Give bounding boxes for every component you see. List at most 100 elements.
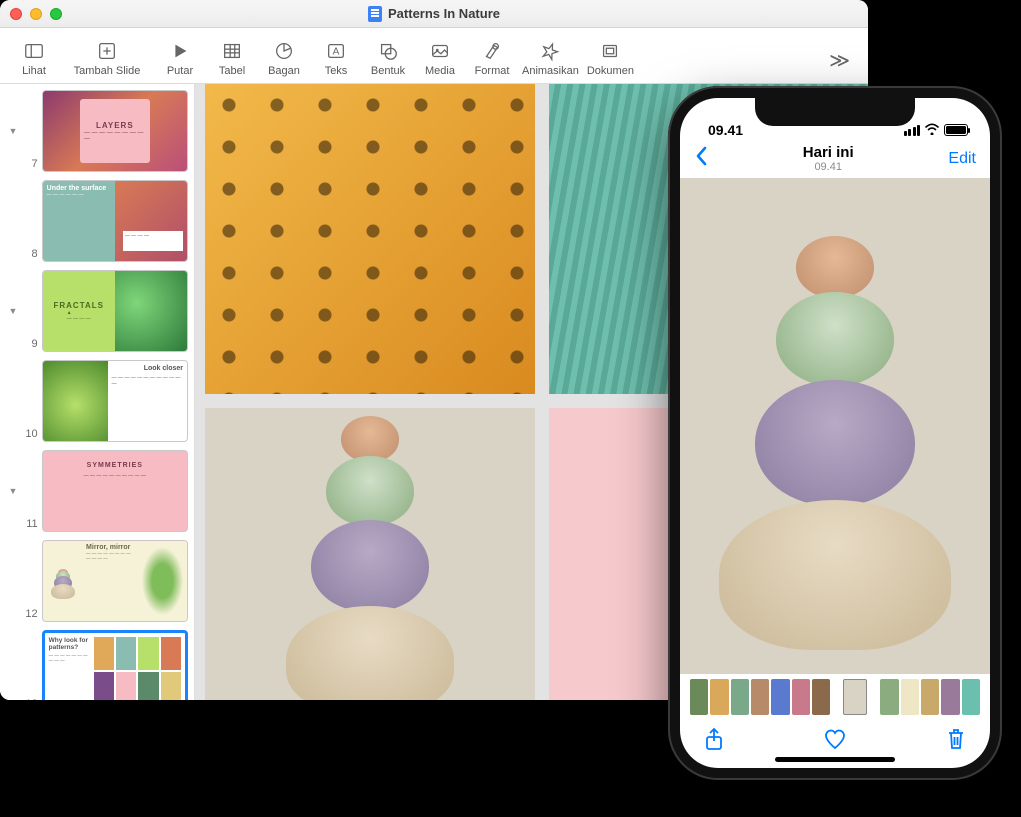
nav-title-group: Hari ini 09.41 bbox=[803, 145, 854, 174]
back-button[interactable] bbox=[694, 145, 708, 174]
format-button[interactable]: Format bbox=[470, 38, 514, 79]
toolbar: Lihat Tambah Slide Putar Tabel Bagan bbox=[0, 28, 868, 84]
view-label: Lihat bbox=[22, 65, 46, 77]
minimize-window-button[interactable] bbox=[30, 8, 42, 20]
close-window-button[interactable] bbox=[10, 8, 22, 20]
disclosure-triangle-icon[interactable]: ▼ bbox=[6, 306, 20, 316]
slide-number: 9 bbox=[20, 338, 38, 352]
slide-number: 11 bbox=[20, 518, 38, 532]
canvas-image-urchins[interactable] bbox=[205, 408, 535, 700]
filmstrip-thumb[interactable] bbox=[921, 679, 939, 715]
view-button[interactable]: Lihat bbox=[12, 38, 56, 79]
play-label: Putar bbox=[167, 65, 193, 77]
disclosure-triangle-icon[interactable]: ▼ bbox=[6, 486, 20, 496]
window-title: Patterns In Nature bbox=[368, 6, 500, 22]
window-controls bbox=[10, 8, 62, 20]
chart-label: Bagan bbox=[268, 65, 300, 77]
filmstrip-thumb[interactable] bbox=[771, 679, 789, 715]
filmstrip-thumb[interactable] bbox=[812, 679, 830, 715]
add-slide-button[interactable]: Tambah Slide bbox=[64, 38, 150, 79]
chart-icon bbox=[273, 38, 295, 64]
filmstrip-thumb[interactable] bbox=[792, 679, 810, 715]
shape-button[interactable]: Bentuk bbox=[366, 38, 410, 79]
slide-navigator[interactable]: ▼ 7 LAYERS— — — — — — — — — 8 Under the … bbox=[0, 84, 195, 700]
text-icon: A bbox=[325, 38, 347, 64]
svg-text:A: A bbox=[333, 47, 340, 58]
slide-thumbnail-9[interactable]: ▼ 9 FRACTALS▲— — — — bbox=[6, 270, 188, 352]
iphone-notch bbox=[755, 98, 915, 126]
filmstrip-thumb[interactable] bbox=[751, 679, 769, 715]
media-button[interactable]: Media bbox=[418, 38, 462, 79]
text-label: Teks bbox=[325, 65, 348, 77]
cellular-signal-icon bbox=[904, 125, 921, 136]
table-label: Tabel bbox=[219, 65, 245, 77]
nav-title: Hari ini bbox=[803, 145, 854, 162]
plus-icon bbox=[96, 38, 118, 64]
iphone-screen: 09.41 Hari ini 09.41 Edit bbox=[680, 98, 990, 768]
toolbar-overflow-button[interactable]: ≫ bbox=[823, 42, 856, 79]
filmstrip-thumb[interactable] bbox=[941, 679, 959, 715]
add-slide-label: Tambah Slide bbox=[74, 65, 141, 77]
document-button[interactable]: Dokumen bbox=[587, 38, 634, 79]
play-icon bbox=[169, 38, 191, 64]
table-button[interactable]: Tabel bbox=[210, 38, 254, 79]
animate-button[interactable]: Animasikan bbox=[522, 38, 579, 79]
zoom-window-button[interactable] bbox=[50, 8, 62, 20]
slide-thumbnail-7[interactable]: ▼ 7 LAYERS— — — — — — — — — bbox=[6, 90, 188, 172]
filmstrip-thumb[interactable] bbox=[710, 679, 728, 715]
home-indicator[interactable] bbox=[775, 757, 895, 762]
slide-thumbnail-12[interactable]: 12 Mirror, mirror— — — — — — — — — — — — bbox=[6, 540, 188, 622]
favorite-button[interactable] bbox=[823, 728, 847, 756]
slide-thumbnail-11[interactable]: ▼ 11 SYMMETRIES— — — — — — — — — — bbox=[6, 450, 188, 532]
chevrons-right-icon: ≫ bbox=[829, 48, 850, 73]
battery-icon bbox=[944, 124, 968, 136]
shape-icon bbox=[377, 38, 399, 64]
slide-thumbnail-8[interactable]: 8 Under the surface— — — — — — — — — — bbox=[6, 180, 188, 262]
slide-number: 8 bbox=[20, 248, 38, 262]
canvas-image-honeycomb[interactable] bbox=[205, 84, 535, 394]
document-icon bbox=[599, 38, 621, 64]
format-label: Format bbox=[475, 65, 510, 77]
titlebar: Patterns In Nature bbox=[0, 0, 868, 28]
play-button[interactable]: Putar bbox=[158, 38, 202, 79]
slide-thumb: Look closer— — — — — — — — — — — — bbox=[42, 360, 188, 442]
slide-number: 7 bbox=[20, 158, 38, 172]
disclosure-triangle-icon[interactable]: ▼ bbox=[6, 126, 20, 136]
iphone-device: 09.41 Hari ini 09.41 Edit bbox=[668, 86, 1002, 780]
window-title-text: Patterns In Nature bbox=[388, 6, 500, 21]
slide-thumb: SYMMETRIES— — — — — — — — — — bbox=[42, 450, 188, 532]
slide-thumb: Under the surface— — — — — — — — — — bbox=[42, 180, 188, 262]
photo-content bbox=[719, 236, 951, 644]
wifi-icon bbox=[924, 122, 940, 138]
text-button[interactable]: A Teks bbox=[314, 38, 358, 79]
view-icon bbox=[23, 38, 45, 64]
media-label: Media bbox=[425, 65, 455, 77]
photo-viewer[interactable] bbox=[680, 178, 990, 674]
filmstrip-thumb[interactable] bbox=[690, 679, 708, 715]
slide-number: 13 bbox=[20, 698, 38, 700]
table-icon bbox=[221, 38, 243, 64]
share-button[interactable] bbox=[704, 727, 724, 757]
slide-thumb: FRACTALS▲— — — — bbox=[42, 270, 188, 352]
slide-title: Why look for patterns? bbox=[49, 637, 91, 651]
slide-title: FRACTALS bbox=[53, 301, 104, 310]
filmstrip-thumb[interactable] bbox=[880, 679, 898, 715]
slide-title: SYMMETRIES bbox=[74, 462, 156, 469]
slide-thumb: LAYERS— — — — — — — — — bbox=[42, 90, 188, 172]
slide-thumbnail-10[interactable]: 10 Look closer— — — — — — — — — — — — bbox=[6, 360, 188, 442]
slide-number: 12 bbox=[20, 608, 38, 622]
filmstrip-thumb[interactable] bbox=[901, 679, 919, 715]
photo-filmstrip[interactable] bbox=[680, 674, 990, 720]
shape-label: Bentuk bbox=[371, 65, 405, 77]
slide-thumbnail-13[interactable]: 13 Why look for patterns?— — — — — — — —… bbox=[6, 630, 188, 700]
slide-title: Look closer bbox=[112, 365, 183, 372]
slide-title: Under the surface bbox=[47, 185, 107, 192]
delete-button[interactable] bbox=[946, 727, 966, 757]
document-icon bbox=[368, 6, 382, 22]
status-time: 09.41 bbox=[708, 122, 743, 138]
filmstrip-thumb-current[interactable] bbox=[843, 679, 867, 715]
chart-button[interactable]: Bagan bbox=[262, 38, 306, 79]
edit-button[interactable]: Edit bbox=[948, 150, 976, 168]
filmstrip-thumb[interactable] bbox=[731, 679, 749, 715]
filmstrip-thumb[interactable] bbox=[962, 679, 980, 715]
